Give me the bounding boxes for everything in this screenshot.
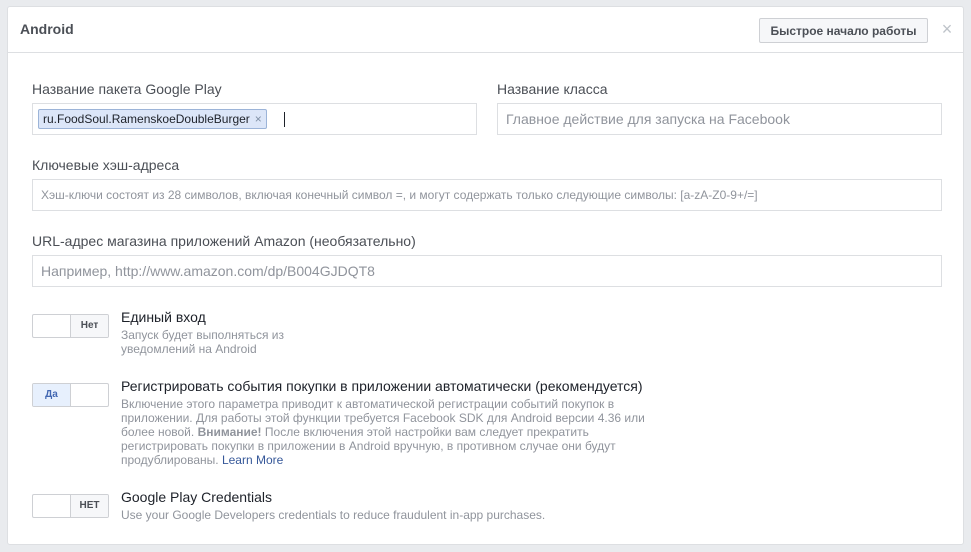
- single-sign-on-title: Единый вход: [121, 309, 206, 325]
- description-line: Включение этого параметра приводит к авт…: [121, 397, 615, 411]
- play-credentials-title: Google Play Credentials: [121, 489, 272, 505]
- description-line: более новой. Внимание! После включения э…: [121, 425, 645, 439]
- log-purchases-description: Включение этого параметра приводит к авт…: [121, 397, 645, 467]
- token-remove-icon[interactable]: ×: [255, 110, 262, 128]
- package-name-input[interactable]: ru.FoodSoul.RamenskoeDoubleBurger ×: [32, 103, 477, 135]
- text-caret: [284, 112, 285, 127]
- single-sign-on-description: Запуск будет выполняться из уведомлений …: [121, 328, 284, 356]
- description-line: регистрировать покупки в приложении в An…: [121, 439, 616, 453]
- log-purchases-title: Регистрировать события покупки в приложе…: [121, 378, 643, 394]
- key-hashes-input[interactable]: Хэш-ключи состоят из 28 символов, включа…: [32, 179, 942, 211]
- description-line: продублированы. Learn More: [121, 453, 645, 467]
- package-name-label: Название пакета Google Play: [32, 81, 222, 97]
- description-line: уведомлений на Android: [121, 342, 257, 356]
- package-name-token-text: ru.FoodSoul.RamenskoeDoubleBurger: [43, 112, 250, 126]
- learn-more-link[interactable]: Learn More: [222, 453, 283, 467]
- close-icon[interactable]: ×: [938, 19, 956, 39]
- amazon-url-label: URL-адрес магазина приложений Amazon (не…: [32, 233, 416, 249]
- toggle-state: Нет: [70, 315, 108, 337]
- description-text: После включения этой настройки вам следу…: [264, 425, 589, 439]
- android-settings-panel: Android Быстрое начало работы × Название…: [7, 6, 964, 545]
- package-name-token: ru.FoodSoul.RamenskoeDoubleBurger ×: [38, 109, 267, 129]
- single-sign-on-toggle[interactable]: Нет: [32, 314, 109, 338]
- panel-title: Android: [20, 21, 74, 37]
- description-line: приложении. Для работы этой функции треб…: [121, 411, 645, 425]
- warning-text: Внимание!: [197, 425, 262, 439]
- class-name-label: Название класса: [497, 81, 608, 97]
- quick-start-button[interactable]: Быстрое начало работы: [759, 18, 928, 43]
- key-hashes-label: Ключевые хэш-адреса: [32, 157, 180, 173]
- play-credentials-description: Use your Google Developers credentials t…: [121, 508, 546, 522]
- description-line: Запуск будет выполняться из: [121, 328, 285, 342]
- amazon-url-input[interactable]: Например, http://www.amazon.com/dp/B004G…: [32, 255, 942, 287]
- toggle-state: НЕТ: [70, 495, 108, 517]
- class-name-input[interactable]: Главное действие для запуска на Facebook: [497, 103, 942, 135]
- description-text: продублированы.: [121, 453, 219, 467]
- panel-header: Android Быстрое начало работы ×: [8, 7, 963, 53]
- log-purchases-toggle[interactable]: Да: [32, 383, 109, 407]
- play-credentials-toggle[interactable]: НЕТ: [32, 494, 109, 518]
- toggle-state: Да: [33, 384, 71, 406]
- description-text: более новой.: [121, 425, 195, 439]
